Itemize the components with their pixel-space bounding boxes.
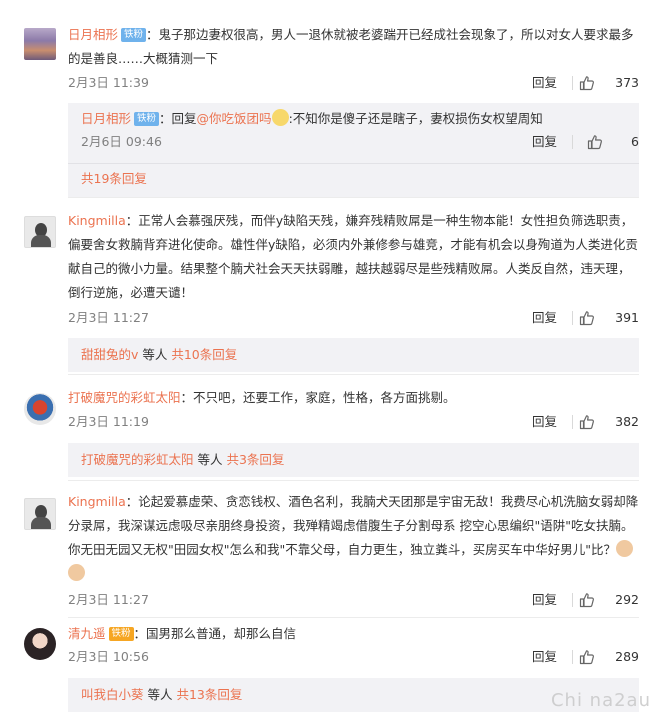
timestamp: 2月3日 11:39	[68, 75, 149, 90]
reply-meta: 2月6日 09:46 回复 6	[81, 132, 639, 152]
timestamp: 2月6日 09:46	[81, 134, 162, 149]
more-replies: 甜甜兔的v 等人 共10条回复	[81, 347, 238, 362]
thumbs-up-icon	[579, 650, 594, 665]
cat-emoji-icon	[616, 540, 633, 557]
timestamp: 2月3日 11:27	[68, 592, 149, 607]
avatar[interactable]	[24, 216, 56, 248]
divider	[572, 76, 573, 90]
divider	[572, 135, 573, 149]
comment-meta: 2月3日 11:27 回复 391	[68, 308, 639, 328]
avatar[interactable]	[24, 498, 56, 530]
username[interactable]: 甜甜兔的v	[81, 347, 138, 362]
cat-emoji-icon	[68, 564, 85, 581]
like-button[interactable]: 373	[579, 73, 639, 93]
thumbs-up-icon	[579, 311, 594, 326]
like-button[interactable]: 391	[579, 308, 639, 328]
more-replies-link[interactable]: 共10条回复	[171, 347, 237, 362]
like-button[interactable]: 6	[587, 132, 639, 152]
fan-badge: 铁粉	[134, 112, 160, 126]
username[interactable]: Kingmilla	[68, 494, 126, 509]
reply-button[interactable]: 回复	[532, 308, 557, 328]
reply-button[interactable]: 回复	[532, 590, 557, 610]
thumbs-up-icon	[579, 415, 594, 430]
comment-text: 打破魔咒的彩虹太阳：不只吧，还要工作，家庭，性格，各方面挑剔。	[68, 390, 456, 405]
username[interactable]: Kingmilla	[68, 213, 126, 228]
divider	[572, 650, 573, 664]
avatar[interactable]	[24, 628, 56, 660]
like-button[interactable]: 292	[579, 590, 639, 610]
username[interactable]: 打破魔咒的彩虹太阳	[68, 390, 181, 405]
thumbs-up-icon	[579, 593, 594, 608]
mention-link[interactable]: @你吃饭团吗	[197, 111, 272, 126]
comment-meta: 2月3日 11:39 回复 373	[68, 73, 639, 93]
emoji-icon	[271, 109, 289, 126]
username[interactable]: 清九遥	[68, 626, 106, 641]
username[interactable]: 日月相形	[68, 27, 118, 42]
divider	[68, 480, 639, 481]
timestamp: 2月3日 11:27	[68, 310, 149, 325]
divider	[68, 197, 639, 198]
comment-text: Kingmilla：论起爱慕虚荣、贪恋钱权、酒色名利，我腩犬天团那是宇宙无敌！我…	[68, 490, 639, 586]
thumbs-up-icon	[587, 135, 602, 150]
watermark: Chi na2au	[550, 690, 651, 711]
divider	[572, 415, 573, 429]
thumbs-up-icon	[579, 76, 594, 91]
more-replies: 叫我白小葵 等人 共13条回复	[81, 687, 243, 702]
like-count: 373	[615, 75, 639, 90]
divider	[572, 593, 573, 607]
fan-badge: 铁粉	[121, 28, 147, 42]
more-replies-link[interactable]: 共3条回复	[226, 452, 284, 467]
more-replies-link[interactable]: 共19条回复	[81, 169, 626, 189]
timestamp: 2月3日 10:56	[68, 649, 149, 664]
like-count: 382	[615, 414, 639, 429]
more-replies: 打破魔咒的彩虹太阳 等人 共3条回复	[81, 452, 285, 467]
reply-thread: 日月相形 铁粉 ：回复@你吃饭团吗:不知你是傻子还是瞎子，妻权损伤女权望周知 2月6…	[68, 103, 639, 197]
like-count: 292	[615, 592, 639, 607]
comment-text: 日月相形 铁粉 ：鬼子那边妻权很高，男人一退休就被老婆踹开已经成社会现象了，所以对女…	[68, 27, 634, 66]
reply-button[interactable]: 回复	[532, 73, 557, 93]
comment-meta: 2月3日 10:56 回复 289	[68, 647, 639, 667]
avatar[interactable]	[24, 28, 56, 60]
reply-button[interactable]: 回复	[532, 647, 557, 667]
reply-button[interactable]: 回复	[532, 412, 557, 432]
reply-text: 日月相形 铁粉 ：回复@你吃饭团吗:不知你是傻子还是瞎子，妻权损伤女权望周知	[81, 109, 543, 126]
fan-badge: 铁粉	[108, 627, 134, 641]
like-button[interactable]: 382	[579, 412, 639, 432]
more-replies-link[interactable]: 共13条回复	[176, 687, 242, 702]
comment-meta: 2月3日 11:19 回复 382	[68, 412, 639, 432]
divider	[68, 617, 639, 618]
username[interactable]: 日月相形	[81, 111, 131, 126]
like-count: 6	[631, 134, 639, 149]
reply-button[interactable]: 回复	[532, 132, 557, 152]
divider	[68, 374, 639, 375]
timestamp: 2月3日 11:19	[68, 414, 149, 429]
reply-thread: 打破魔咒的彩虹太阳 等人 共3条回复	[68, 443, 639, 477]
like-count: 289	[615, 649, 639, 664]
username[interactable]: 叫我白小葵	[81, 687, 144, 702]
avatar[interactable]	[24, 393, 56, 425]
reply-thread: 甜甜兔的v 等人 共10条回复	[68, 338, 639, 372]
like-count: 391	[615, 310, 639, 325]
divider	[68, 163, 639, 164]
comment-meta: 2月3日 11:27 回复 292	[68, 590, 639, 610]
like-button[interactable]: 289	[579, 647, 639, 667]
username[interactable]: 打破魔咒的彩虹太阳	[81, 452, 194, 467]
comment-text: 清九遥 铁粉 ：国男那么普通，却那么自信	[68, 626, 297, 641]
divider	[572, 311, 573, 325]
comment-text: Kingmilla：正常人会慕强厌残，而伴y缺陷天残，嫌弃残精败屌是一种生物本能…	[68, 213, 638, 300]
